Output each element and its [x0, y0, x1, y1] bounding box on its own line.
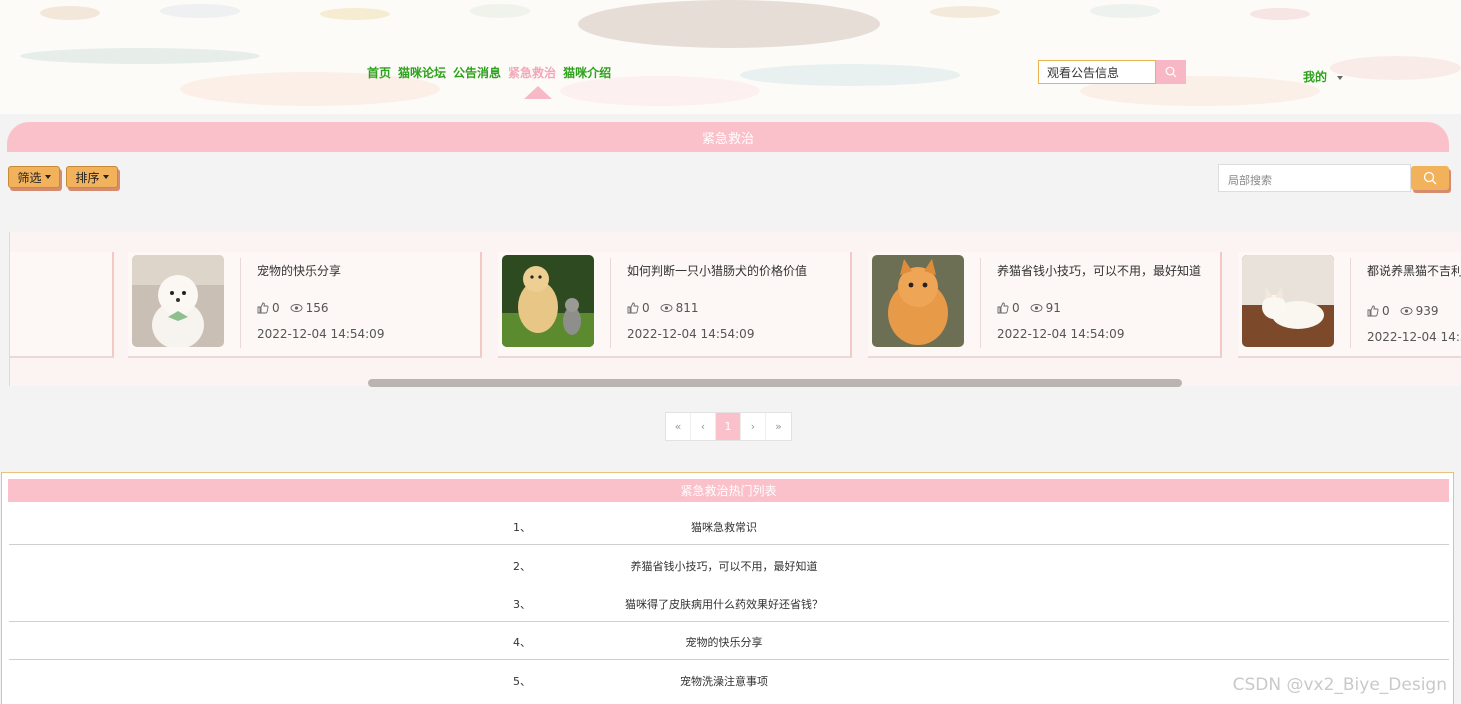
card-image	[132, 255, 224, 347]
card-stats: 0 811	[627, 301, 699, 315]
card-title[interactable]: 养猫省钱小技巧，可以不用，最好知道	[997, 262, 1219, 280]
card-time: 2022-12-04 14:54:09	[257, 327, 385, 341]
list-item-title[interactable]: 养猫省钱小技巧，可以不用，最好知道	[489, 558, 959, 574]
page-prev-button[interactable]: ‹	[691, 413, 716, 440]
local-search-input[interactable]: 局部搜索	[1218, 164, 1411, 192]
header-search-button[interactable]	[1156, 60, 1186, 84]
decor-dot	[1090, 4, 1160, 18]
chevron-down-icon	[102, 175, 109, 179]
card-divider	[980, 258, 981, 348]
decor-dot	[20, 48, 260, 64]
card[interactable]: 如何判断一只小猎肠犬的价格价值 0 811 2022-12-04 14:54:0…	[498, 252, 852, 358]
header-search-input[interactable]: 观看公告信息	[1038, 60, 1156, 84]
page-next-button[interactable]: ›	[741, 413, 766, 440]
chevron-down-icon	[1337, 75, 1344, 80]
view-count: 156	[290, 301, 329, 315]
card-stats: 0 156	[257, 301, 329, 315]
eye-icon	[660, 304, 673, 312]
filter-button[interactable]: 筛选	[8, 166, 60, 188]
page-current-button[interactable]: 1	[716, 413, 741, 440]
card-divider	[610, 258, 611, 348]
hot-list-title: 紧急救治热门列表	[8, 479, 1449, 502]
eye-icon	[290, 304, 303, 312]
pagination: « ‹ 1 › »	[665, 412, 792, 441]
decor-dot	[320, 8, 390, 20]
thumbs-up-icon	[257, 302, 269, 314]
card-carousel[interactable]: 宠物的快乐分享 0 156 2022-12-04 14:54:09 如何判断一只…	[9, 232, 1461, 386]
hot-list-panel: 紧急救治热门列表 1、 猫咪急救常识 2、 养猫省钱小技巧，可以不用，最好知道 …	[1, 472, 1454, 704]
card-image	[1242, 255, 1334, 347]
nav-item-forum[interactable]: 猫咪论坛	[398, 64, 446, 81]
card[interactable]: 养猫省钱小技巧，可以不用，最好知道 0 91 2022-12-04 14:54:…	[868, 252, 1222, 358]
decor-dot	[740, 64, 960, 86]
thumbs-up-icon	[627, 302, 639, 314]
page-first-button[interactable]: «	[666, 413, 691, 440]
view-count: 939	[1400, 304, 1439, 318]
chevron-down-icon	[44, 175, 51, 179]
eye-icon	[1030, 304, 1043, 312]
list-item[interactable]: 4、 宠物的快乐分享	[9, 622, 1449, 660]
card-partial[interactable]	[10, 252, 114, 358]
page-last-button[interactable]: »	[766, 413, 791, 440]
user-menu[interactable]: 我的	[1303, 68, 1344, 85]
list-item[interactable]: 1、 猫咪急救常识	[9, 507, 1449, 545]
decor-dot	[1330, 56, 1461, 80]
view-count: 91	[1030, 301, 1061, 315]
search-icon	[1165, 66, 1177, 78]
decor-dot	[1250, 8, 1310, 20]
card-time: 2022-12-04 14:54:09	[997, 327, 1125, 341]
list-item-title[interactable]: 猫咪急救常识	[489, 519, 959, 535]
decor-dot	[930, 6, 1000, 18]
search-icon	[1423, 171, 1437, 185]
card-image	[502, 255, 594, 347]
card-time: 2022-12-04 14:54:09	[627, 327, 755, 341]
card-divider	[1350, 258, 1351, 348]
card-stats: 0 91	[997, 301, 1061, 315]
nav-active-indicator	[524, 86, 552, 99]
thumbs-up-icon	[997, 302, 1009, 314]
thumbs-up-icon	[1367, 305, 1379, 317]
header: 首页 猫咪论坛 公告消息 紧急救治 猫咪介绍 观看公告信息 我的	[0, 0, 1461, 114]
card[interactable]: 宠物的快乐分享 0 156 2022-12-04 14:54:09	[128, 252, 482, 358]
card-stats: 0 939	[1367, 304, 1439, 318]
list-item[interactable]: 3、 猫咪得了皮肤病用什么药效果好还省钱？	[9, 584, 1449, 622]
sort-label: 排序	[75, 170, 100, 185]
top-logo-oval	[578, 0, 880, 48]
like-count[interactable]: 0	[257, 301, 280, 315]
list-item[interactable]: 2、 养猫省钱小技巧，可以不用，最好知道	[9, 546, 1449, 584]
eye-icon	[1400, 307, 1413, 315]
list-item-title[interactable]: 宠物洗澡注意事项	[489, 673, 959, 689]
card-divider	[240, 258, 241, 348]
nav-item-cat-intro[interactable]: 猫咪介绍	[563, 64, 611, 81]
nav-item-home[interactable]: 首页	[367, 64, 391, 81]
user-menu-label: 我的	[1303, 70, 1328, 84]
list-item-title[interactable]: 猫咪得了皮肤病用什么药效果好还省钱？	[489, 596, 959, 612]
like-count[interactable]: 0	[1367, 304, 1390, 318]
card-time: 2022-12-04 14:54	[1367, 330, 1461, 344]
filter-label: 筛选	[17, 170, 42, 185]
card-title[interactable]: 宠物的快乐分享	[257, 262, 479, 280]
card-image	[872, 255, 964, 347]
like-count[interactable]: 0	[627, 301, 650, 315]
card-title[interactable]: 都说养黑猫不吉利，放屁！	[1367, 262, 1461, 280]
view-count: 811	[660, 301, 699, 315]
section-title: 紧急救治	[7, 122, 1449, 152]
decor-dot	[470, 4, 530, 18]
like-count[interactable]: 0	[997, 301, 1020, 315]
list-item-title[interactable]: 宠物的快乐分享	[489, 634, 959, 650]
sort-button[interactable]: 排序	[66, 166, 118, 188]
local-search-button[interactable]	[1411, 166, 1449, 190]
decor-dot	[40, 6, 100, 20]
main-nav: 首页 猫咪论坛 公告消息 紧急救治 猫咪介绍	[367, 64, 611, 81]
watermark: CSDN @vx2_Biye_Design	[1232, 675, 1447, 695]
nav-item-emergency[interactable]: 紧急救治	[508, 64, 556, 81]
nav-item-notice[interactable]: 公告消息	[453, 64, 501, 81]
carousel-scrollbar[interactable]	[368, 379, 1182, 387]
card[interactable]: 都说养黑猫不吉利，放屁！ 0 939 2022-12-04 14:54	[1238, 252, 1461, 358]
card-title[interactable]: 如何判断一只小猎肠犬的价格价值	[627, 262, 849, 280]
decor-dot	[160, 4, 240, 18]
